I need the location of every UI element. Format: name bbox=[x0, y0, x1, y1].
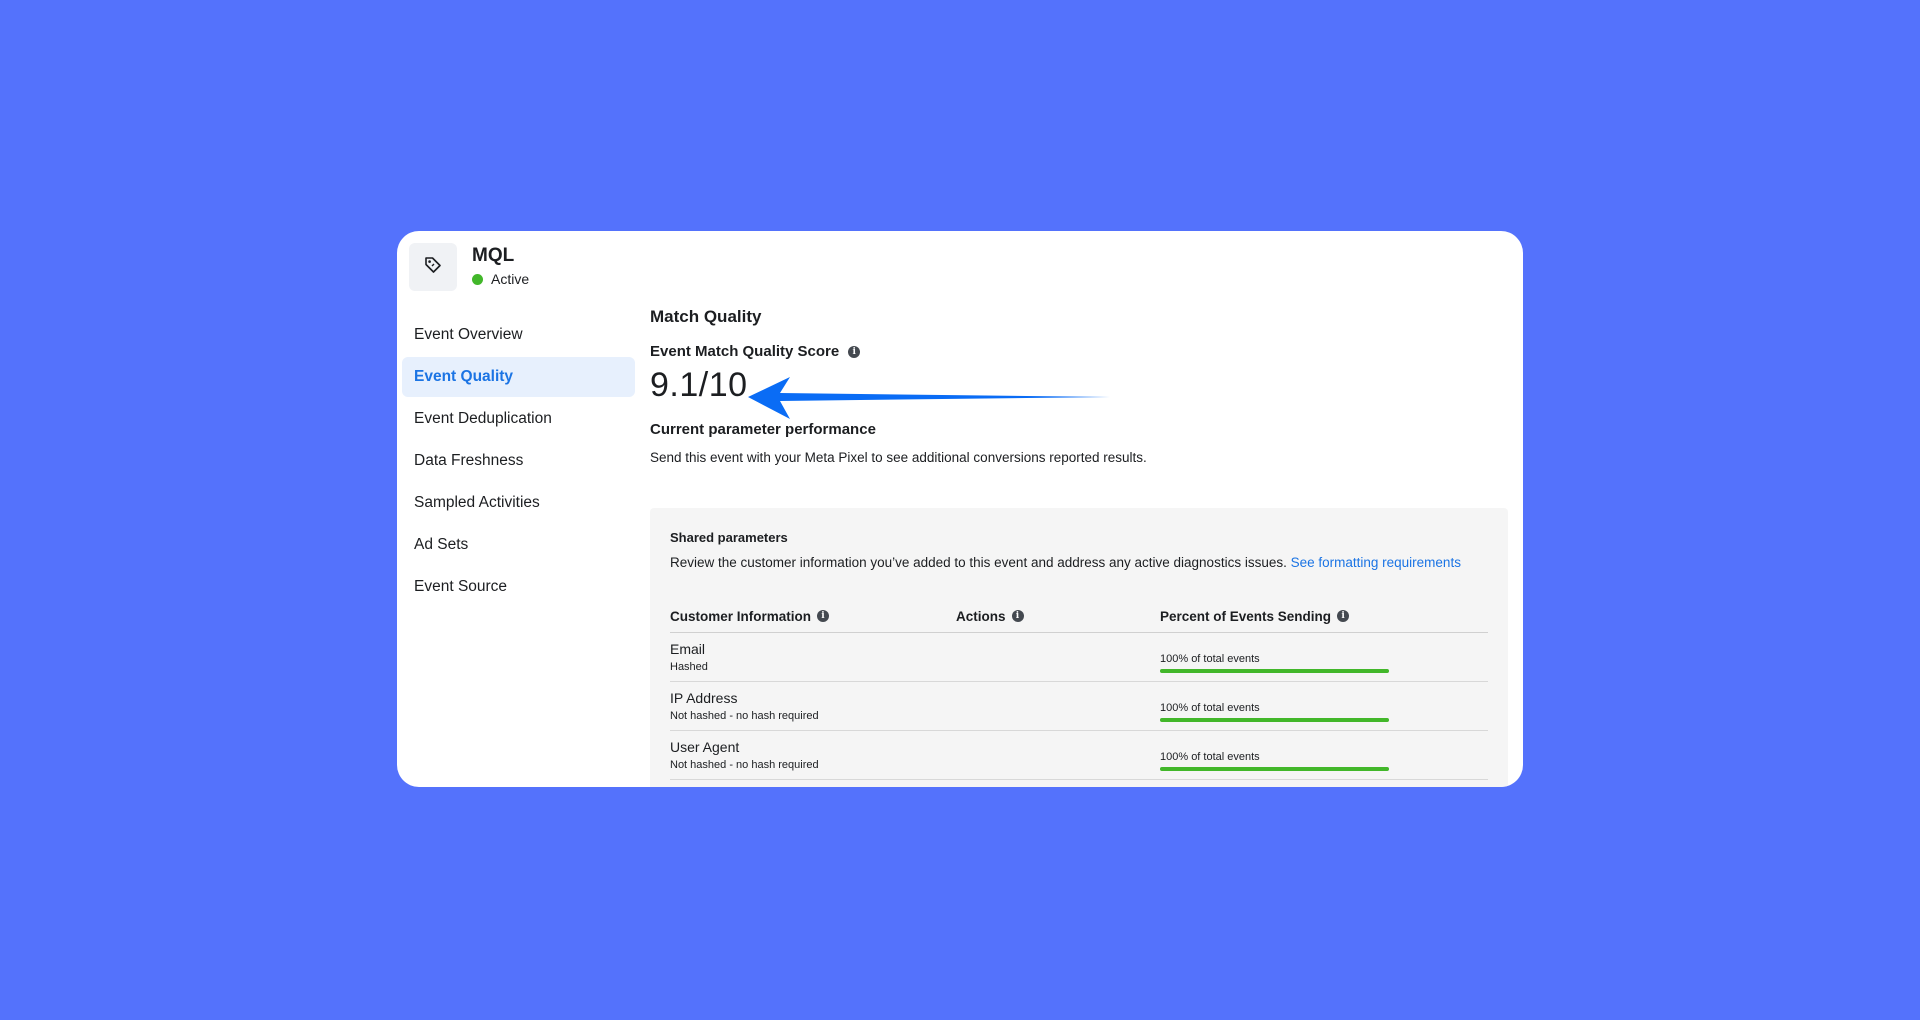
sidebar-item-sampled-activities[interactable]: Sampled Activities bbox=[402, 483, 635, 523]
event-details-card: MQL Active Event Overview Event Quality … bbox=[397, 231, 1523, 787]
percent-text: 100% of total events bbox=[1160, 751, 1260, 763]
param-name: Email bbox=[670, 641, 706, 657]
formatting-requirements-link[interactable]: See formatting requirements bbox=[1291, 555, 1461, 570]
customer-info-table: Customer Information i Actions i Percent… bbox=[670, 600, 1488, 780]
info-icon[interactable]: i bbox=[1011, 610, 1024, 622]
percent-bar-fill bbox=[1160, 718, 1389, 722]
param-hash-status: Not hashed - no hash required bbox=[670, 759, 819, 771]
header-customer-information-label: Customer Information bbox=[670, 608, 812, 624]
shared-parameters-desc: Review the customer information you’ve a… bbox=[670, 555, 1488, 570]
table-row: IP Address Not hashed - no hash required… bbox=[670, 682, 1488, 731]
percent-bar-fill bbox=[1160, 669, 1389, 673]
tag-icon bbox=[424, 256, 442, 279]
info-icon[interactable]: i bbox=[848, 345, 861, 358]
percent-bar-fill bbox=[1160, 767, 1389, 771]
shared-desc-text: Review the customer information you’ve a… bbox=[670, 555, 1287, 570]
sidebar-item-event-source[interactable]: Event Source bbox=[402, 567, 635, 607]
param-hash-status: Not hashed - no hash required bbox=[670, 710, 819, 722]
score-label-row: Event Match Quality Score i bbox=[650, 343, 1510, 360]
event-name: MQL bbox=[472, 245, 515, 266]
main-content: Match Quality Event Match Quality Score … bbox=[650, 307, 1510, 787]
parameter-performance-desc: Send this event with your Meta Pixel to … bbox=[650, 450, 1147, 465]
sidebar-item-event-deduplication[interactable]: Event Deduplication bbox=[402, 399, 635, 439]
param-name: User Agent bbox=[670, 739, 740, 755]
arrow-annotation bbox=[748, 377, 1110, 419]
shared-parameters-panel: Shared parameters Review the customer in… bbox=[650, 508, 1508, 787]
header-actions: Actions i bbox=[956, 609, 1160, 624]
sidebar: Event Overview Event Quality Event Dedup… bbox=[402, 315, 635, 609]
param-hash-status: Hashed bbox=[670, 661, 708, 673]
percent-text: 100% of total events bbox=[1160, 653, 1260, 665]
info-icon[interactable]: i bbox=[817, 610, 830, 622]
status-badge: Active bbox=[472, 271, 529, 287]
parameter-performance-title: Current parameter performance bbox=[650, 421, 876, 438]
event-icon-box bbox=[409, 243, 457, 291]
percent-bar bbox=[1160, 767, 1389, 771]
table-header: Customer Information i Actions i Percent… bbox=[670, 600, 1488, 633]
table-row: Email Hashed 100% of total events bbox=[670, 633, 1488, 682]
param-name: IP Address bbox=[670, 690, 738, 706]
sidebar-item-event-overview[interactable]: Event Overview bbox=[402, 315, 635, 355]
table-row: User Agent Not hashed - no hash required… bbox=[670, 731, 1488, 780]
score-label: Event Match Quality Score bbox=[650, 343, 840, 360]
status-dot-icon bbox=[472, 273, 483, 285]
info-icon[interactable]: i bbox=[1337, 610, 1350, 622]
header-actions-label: Actions bbox=[956, 608, 1006, 624]
percent-text: 100% of total events bbox=[1160, 702, 1260, 714]
percent-bar bbox=[1160, 718, 1389, 722]
sidebar-item-event-quality[interactable]: Event Quality bbox=[402, 357, 635, 397]
percent-bar bbox=[1160, 669, 1389, 673]
shared-parameters-title: Shared parameters bbox=[670, 530, 788, 545]
header-percent-events-label: Percent of Events Sending bbox=[1160, 608, 1332, 624]
sidebar-item-data-freshness[interactable]: Data Freshness bbox=[402, 441, 635, 481]
header-percent-events: Percent of Events Sending i bbox=[1160, 609, 1488, 624]
section-title: Match Quality bbox=[650, 307, 762, 326]
status-label: Active bbox=[491, 271, 530, 287]
sidebar-item-ad-sets[interactable]: Ad Sets bbox=[402, 525, 635, 565]
header-customer-information: Customer Information i bbox=[670, 609, 956, 624]
